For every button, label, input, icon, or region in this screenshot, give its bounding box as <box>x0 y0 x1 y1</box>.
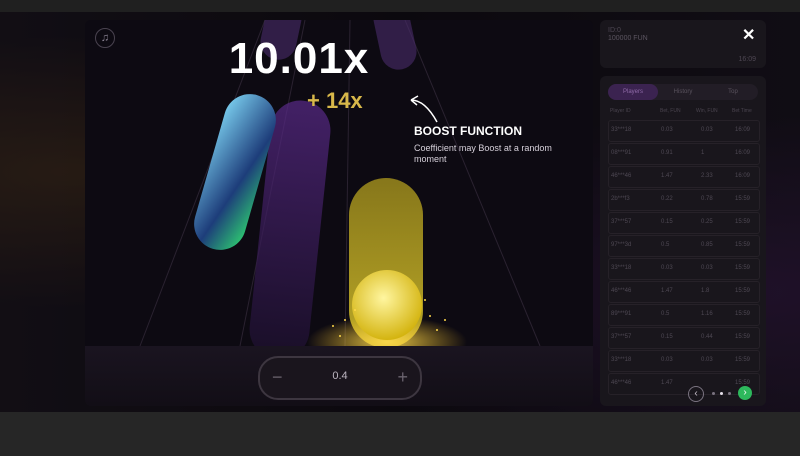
top-bar <box>0 0 800 12</box>
table-cell: 0.15 <box>661 334 673 340</box>
table-cell: 97***3d <box>611 242 632 248</box>
table-cell: 1.47 <box>661 380 673 386</box>
table-cell: 0.03 <box>661 265 673 271</box>
table-row: 2b***f3 0.22 0.78 15:59 <box>608 189 760 211</box>
table-cell: 08***91 <box>611 150 632 156</box>
page-dot-active[interactable] <box>720 392 723 395</box>
col-player-id: Player ID <box>610 108 631 114</box>
table-cell: 15:59 <box>735 265 751 271</box>
tab-top[interactable]: Top <box>708 84 758 100</box>
table-cell: 0.25 <box>701 219 713 225</box>
table-cell: 0.03 <box>661 357 673 363</box>
tab-bar: Players History Top <box>608 84 758 100</box>
table-cell: 1.16 <box>701 311 713 317</box>
table-cell: 15:59 <box>735 242 751 248</box>
boost-amount: + 14x <box>307 88 363 113</box>
table-cell: 16:09 <box>735 127 751 133</box>
table-cell: 15:59 <box>735 357 751 363</box>
balance-value: 100000 FUN <box>608 35 648 42</box>
table-cell: 0.85 <box>701 242 713 248</box>
table-cell: 0.5 <box>661 242 670 248</box>
table-cell: 15:59 <box>735 311 751 317</box>
table-cell: 0.78 <box>701 196 713 202</box>
table-cell: 33***18 <box>611 357 632 363</box>
table-row: 37***57 0.15 0.25 15:59 <box>608 212 760 234</box>
close-icon[interactable]: ✕ <box>742 25 755 45</box>
table-cell: 2b***f3 <box>611 196 630 202</box>
table-cell: 15:59 <box>735 334 751 340</box>
table-cell: 37***57 <box>611 219 632 225</box>
col-win: Win, FUN <box>696 108 718 114</box>
game-panel: ♫ 10.01x + 14x BOOST FUNCTION Coefficien… <box>85 20 593 406</box>
bet-stepper: − 0.4 + <box>258 356 422 400</box>
table-row: 33***18 0.03 0.03 15:59 <box>608 258 760 280</box>
boost-description: Coefficient may Boost at a random moment <box>414 143 552 164</box>
table-cell: 1.47 <box>661 288 673 294</box>
bets-list: Players History Top Player ID Bet, FUN W… <box>600 76 766 406</box>
bet-value[interactable]: 0.4 <box>260 370 420 382</box>
col-bet: Bet, FUN <box>660 108 681 114</box>
prev-page-button[interactable]: ‹ <box>688 386 704 402</box>
table-cell: 1 <box>701 150 705 156</box>
clock: 16:09 <box>738 56 756 63</box>
table-cell: 46***46 <box>611 173 632 179</box>
table-cell: 0.03 <box>701 357 713 363</box>
multiplier: 10.01x <box>228 34 370 83</box>
page-dot[interactable] <box>728 392 731 395</box>
table-cell: 33***18 <box>611 127 632 133</box>
table-cell: 0.03 <box>661 127 673 133</box>
side-panel: ID:0 100000 FUN 16:09 Players History To… <box>600 20 766 406</box>
next-page-button[interactable]: › <box>738 386 752 400</box>
ball <box>352 270 422 340</box>
tab-players[interactable]: Players <box>608 84 658 100</box>
tab-history[interactable]: History <box>658 84 708 100</box>
table-row: 33***18 0.03 0.03 16:09 <box>608 120 760 142</box>
table-cell: 15:59 <box>735 196 751 202</box>
table-row: 33***18 0.03 0.03 15:59 <box>608 350 760 372</box>
table-cell: 16:09 <box>735 173 751 179</box>
table-row: 46***46 1.47 1.8 15:59 <box>608 281 760 303</box>
table-cell: 46***46 <box>611 288 632 294</box>
bet-increase-button[interactable]: + <box>397 367 408 388</box>
table-cell: 37***57 <box>611 334 632 340</box>
table-cell: 0.03 <box>701 265 713 271</box>
table-cell: 0.44 <box>701 334 713 340</box>
table-cell: 2.33 <box>701 173 713 179</box>
table-row: 89***91 0.5 1.16 15:59 <box>608 304 760 326</box>
table-cell: 15:59 <box>735 219 751 225</box>
table-row: 46***46 1.47 2.33 16:09 <box>608 166 760 188</box>
table-cell: 46***46 <box>611 380 632 386</box>
table-header: Player ID Bet, FUN Win, FUN Bet Time <box>608 108 758 118</box>
table-cell: 0.91 <box>661 150 673 156</box>
col-bet-time: Bet Time <box>732 108 752 114</box>
table-cell: 16:09 <box>735 150 751 156</box>
table-cell: 0.5 <box>661 311 670 317</box>
table-cell: 15:59 <box>735 380 751 386</box>
balance-label: ID:0 <box>608 27 621 34</box>
boost-title: BOOST FUNCTION <box>414 124 522 138</box>
bottom-bar <box>0 412 800 456</box>
table-cell: 15:59 <box>735 288 751 294</box>
table-cell: 33***18 <box>611 265 632 271</box>
table-cell: 1.47 <box>661 173 673 179</box>
table-row: 37***57 0.15 0.44 15:59 <box>608 327 760 349</box>
table-cell: 0.03 <box>701 127 713 133</box>
table-cell: 89***91 <box>611 311 632 317</box>
page-dot[interactable] <box>712 392 715 395</box>
table-row: 97***3d 0.5 0.85 15:59 <box>608 235 760 257</box>
table-row: 08***91 0.91 1 16:09 <box>608 143 760 165</box>
table-cell: 1.8 <box>701 288 710 294</box>
table-cell: 0.22 <box>661 196 673 202</box>
table-cell: 0.15 <box>661 219 673 225</box>
